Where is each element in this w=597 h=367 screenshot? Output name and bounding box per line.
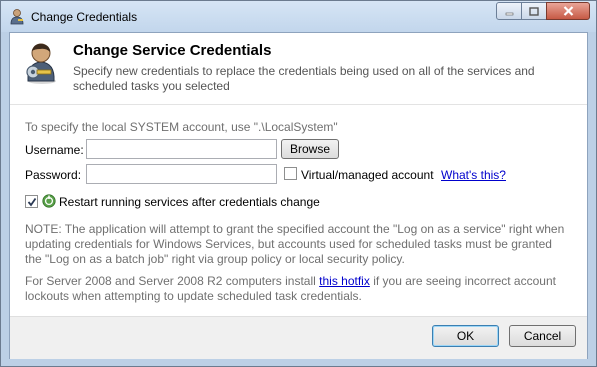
minimize-button[interactable]: [496, 2, 522, 20]
password-label: Password:: [25, 168, 82, 182]
note-permissions: NOTE: The application will attempt to gr…: [25, 222, 565, 266]
caption-buttons: [496, 2, 590, 20]
maximize-button[interactable]: [521, 2, 547, 20]
whats-this-link[interactable]: What's this?: [441, 168, 506, 182]
localsystem-hint: To specify the local SYSTEM account, use…: [25, 120, 338, 134]
dialog-footer: OK Cancel: [10, 316, 587, 359]
password-input[interactable]: [86, 164, 277, 184]
username-label: Username:: [25, 143, 84, 157]
user-key-icon: [10, 9, 24, 25]
close-button[interactable]: [546, 2, 590, 20]
dialog-header: Change Service Credentials Specify new c…: [10, 33, 587, 103]
header-divider: [10, 104, 587, 105]
restart-services-checkbox[interactable]: [25, 195, 38, 208]
restart-services-label: Restart running services after credentia…: [59, 195, 320, 209]
virtual-account-checkbox[interactable]: [284, 167, 297, 180]
close-icon: [563, 6, 573, 16]
dialog-window: Change Credentials Change Service Creden…: [0, 0, 597, 367]
browse-button-label: Browse: [289, 142, 330, 156]
ok-button-label: OK: [456, 329, 475, 343]
dialog-client-area: Change Service Credentials Specify new c…: [9, 32, 588, 359]
virtual-account-label: Virtual/managed account: [301, 168, 434, 182]
maximize-icon: [529, 6, 539, 16]
ok-button[interactable]: OK: [432, 325, 499, 347]
title-bar[interactable]: Change Credentials: [1, 1, 596, 32]
cancel-button-label: Cancel: [523, 329, 562, 343]
page-description: Specify new credentials to replace the c…: [73, 64, 535, 93]
browse-button[interactable]: Browse: [281, 139, 339, 159]
hotfix-link[interactable]: this hotfix: [319, 274, 370, 288]
note-hotfix-text-before: For Server 2008 and Server 2008 R2 compu…: [25, 274, 320, 288]
minimize-icon: [505, 12, 513, 15]
page-title: Change Service Credentials: [73, 42, 272, 59]
checkmark-icon: [27, 197, 36, 206]
cancel-button[interactable]: Cancel: [509, 325, 576, 347]
note-hotfix: For Server 2008 and Server 2008 R2 compu…: [25, 274, 570, 304]
window-title: Change Credentials: [31, 10, 138, 24]
user-credentials-icon: [26, 43, 56, 84]
restart-services-icon: [42, 194, 56, 208]
username-input[interactable]: [86, 139, 277, 159]
